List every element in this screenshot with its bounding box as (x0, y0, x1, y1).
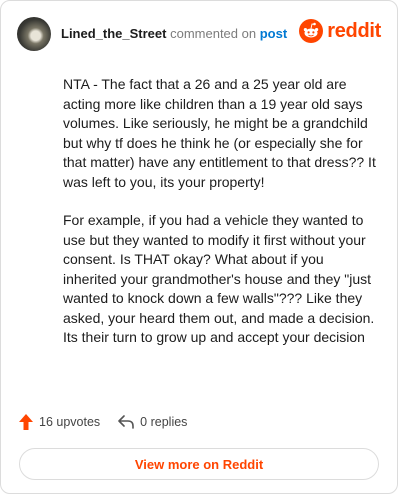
reddit-snoo-icon (299, 19, 324, 43)
comment-header: Lined_the_Street commented on post reddi… (17, 17, 381, 51)
user-avatar[interactable] (17, 17, 51, 51)
reddit-wordmark: reddit (327, 19, 381, 42)
reply-count: 0 replies (140, 415, 188, 429)
upvote-arrow-icon (19, 414, 33, 430)
embedded-comment-card: Lined_the_Street commented on post reddi… (0, 0, 398, 494)
view-more-button[interactable]: View more on Reddit (19, 448, 379, 480)
upvote-button[interactable]: 16 upvotes (19, 414, 100, 430)
commented-on-text: commented on (166, 26, 260, 41)
comment-meta: Lined_the_Street commented on post (61, 26, 287, 42)
username-link[interactable]: Lined_the_Street (61, 26, 166, 41)
comment-body: NTA - The fact that a 26 and a 25 year o… (63, 75, 377, 367)
post-link[interactable]: post (260, 26, 287, 41)
upvote-count: 16 upvotes (39, 415, 101, 429)
reddit-logo[interactable]: reddit (299, 19, 381, 43)
comment-paragraph: For example, if you had a vehicle they w… (63, 212, 375, 345)
comment-footer: 16 upvotes 0 replies (19, 414, 187, 430)
replies-button[interactable]: 0 replies (118, 415, 187, 429)
comment-paragraph: NTA - The fact that a 26 and a 25 year o… (63, 76, 376, 190)
reply-arrow-icon (118, 415, 134, 429)
